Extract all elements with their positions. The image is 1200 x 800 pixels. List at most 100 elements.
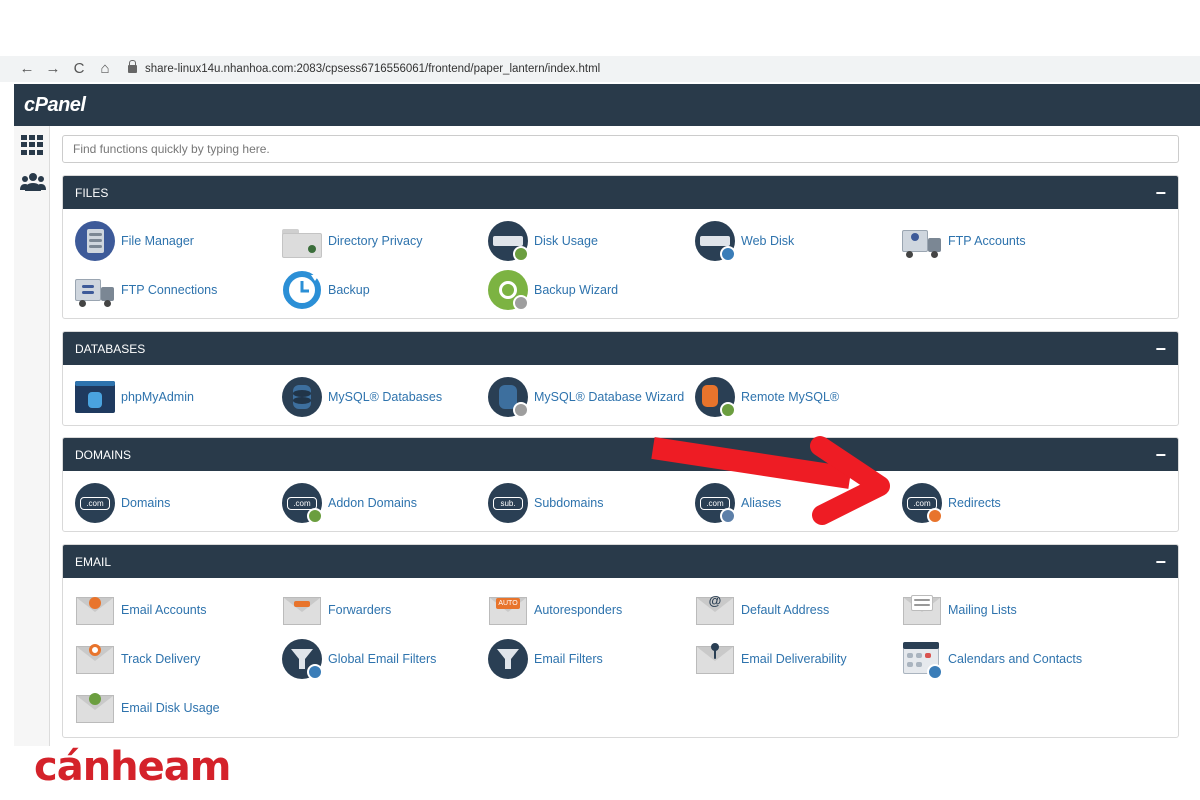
default-address-label: Default Address [741, 603, 830, 617]
alias-domain-icon: .com [694, 482, 736, 524]
forward-arrow-icon[interactable]: → [40, 56, 66, 82]
grid-icon[interactable] [20, 134, 44, 156]
file-manager-link[interactable]: File Manager [74, 219, 194, 263]
directory-privacy-label: Directory Privacy [328, 234, 423, 248]
addon-domains-label: Addon Domains [328, 496, 417, 510]
mailing-lists-label: Mailing Lists [948, 603, 1017, 617]
domains-label: Domains [121, 496, 171, 510]
autoresponders-label: Autoresponders [534, 603, 623, 617]
ftp-accounts-link[interactable]: FTP Accounts [901, 219, 1026, 263]
ftp-connections-icon [74, 269, 116, 311]
ftp-connections-label: FTP Connections [121, 283, 218, 297]
brand-logo: cánheam [34, 744, 231, 790]
reload-icon[interactable]: C [66, 56, 92, 82]
address-bar-url[interactable]: share-linux14u.nhanhoa.com:2083/cpsess67… [145, 63, 600, 75]
phpmyadmin-icon [74, 376, 116, 418]
email-panel-header[interactable]: EMAIL − [63, 545, 1178, 578]
forwarders-label: Forwarders [328, 603, 392, 617]
file-manager-label: File Manager [121, 234, 194, 248]
left-sidebar [14, 126, 50, 746]
domains-link[interactable]: .com Domains [74, 481, 170, 525]
forwarders-icon [281, 589, 323, 631]
folder-privacy-icon [281, 220, 323, 262]
web-disk-icon [694, 220, 736, 262]
email-disk-usage-link[interactable]: Email Disk Usage [74, 686, 220, 730]
phpmyadmin-link[interactable]: phpMyAdmin [74, 375, 194, 419]
email-disk-usage-label: Email Disk Usage [121, 701, 220, 715]
track-delivery-link[interactable]: Track Delivery [74, 637, 200, 681]
collapse-files-button[interactable]: − [1155, 184, 1166, 202]
phpmyadmin-label: phpMyAdmin [121, 390, 194, 404]
cpanel-logo[interactable]: cPanel [24, 94, 86, 117]
databases-panel-header[interactable]: DATABASES − [63, 332, 1178, 365]
email-deliverability-link[interactable]: Email Deliverability [694, 637, 847, 681]
calendar-icon [901, 638, 943, 680]
backup-link[interactable]: Backup [281, 268, 370, 312]
disk-usage-link[interactable]: Disk Usage [487, 219, 598, 263]
global-email-filters-label: Global Email Filters [328, 652, 437, 666]
collapse-domains-button[interactable]: − [1155, 446, 1166, 464]
redirects-link[interactable]: .com Redirects [901, 481, 1001, 525]
mysql-database-wizard-label: MySQL® Database Wizard [534, 390, 685, 404]
disk-usage-label: Disk Usage [534, 234, 598, 248]
ftp-accounts-icon [901, 220, 943, 262]
browser-toolbar: ← → C ⌂ share-linux14u.nhanhoa.com:2083/… [0, 56, 1200, 82]
calendars-and-contacts-label: Calendars and Contacts [948, 652, 1083, 666]
cpanel-header: cPanel [14, 84, 1200, 126]
ftp-accounts-label: FTP Accounts [948, 234, 1026, 248]
mailing-lists-link[interactable]: Mailing Lists [901, 588, 1017, 632]
addon-domain-icon: .com [281, 482, 323, 524]
global-email-filters-icon [281, 638, 323, 680]
aliases-label: Aliases [741, 496, 782, 510]
lock-icon [128, 60, 137, 73]
track-delivery-icon [74, 638, 116, 680]
users-icon[interactable] [20, 172, 46, 194]
default-address-link[interactable]: @ Default Address [694, 588, 829, 632]
files-panel: FILES − File Manager Directory Privacy D… [62, 175, 1179, 319]
addon-domains-link[interactable]: .com Addon Domains [281, 481, 417, 525]
email-filters-label: Email Filters [534, 652, 603, 666]
redirects-label: Redirects [948, 496, 1001, 510]
forwarders-link[interactable]: Forwarders [281, 588, 391, 632]
track-delivery-label: Track Delivery [121, 652, 201, 666]
email-panel: EMAIL − Email Accounts Forwarders AUTO A… [62, 544, 1179, 738]
collapse-email-button[interactable]: − [1155, 553, 1166, 571]
databases-panel: DATABASES − phpMyAdmin MySQL® Databases [62, 331, 1179, 426]
collapse-databases-button[interactable]: − [1155, 340, 1166, 358]
directory-privacy-link[interactable]: Directory Privacy [281, 219, 422, 263]
autoresponders-icon: AUTO [487, 589, 529, 631]
remote-mysql-label: Remote MySQL® [741, 390, 840, 404]
search-input[interactable] [62, 135, 1179, 163]
backup-wizard-link[interactable]: Backup Wizard [487, 268, 618, 312]
email-accounts-icon [74, 589, 116, 631]
domain-com-icon: .com [74, 482, 116, 524]
mailing-lists-icon [901, 589, 943, 631]
subdomains-link[interactable]: sub. Subdomains [487, 481, 604, 525]
aliases-link[interactable]: .com Aliases [694, 481, 781, 525]
subdomains-label: Subdomains [534, 496, 604, 510]
email-disk-usage-icon [74, 687, 116, 729]
remote-mysql-link[interactable]: Remote MySQL® [694, 375, 839, 419]
backup-wizard-icon [487, 269, 529, 311]
email-accounts-link[interactable]: Email Accounts [74, 588, 206, 632]
domains-panel-header[interactable]: DOMAINS − [63, 438, 1178, 471]
mysql-database-wizard-link[interactable]: MySQL® Database Wizard [487, 375, 684, 419]
ftp-connections-link[interactable]: FTP Connections [74, 268, 217, 312]
files-panel-header[interactable]: FILES − [63, 176, 1178, 209]
web-disk-link[interactable]: Web Disk [694, 219, 794, 263]
remote-mysql-icon [694, 376, 736, 418]
backup-label: Backup [328, 283, 370, 297]
databases-panel-title: DATABASES [75, 341, 146, 356]
autoresponders-link[interactable]: AUTO Autoresponders [487, 588, 622, 632]
mysql-databases-label: MySQL® Databases [328, 390, 443, 404]
global-email-filters-link[interactable]: Global Email Filters [281, 637, 436, 681]
back-arrow-icon[interactable]: ← [14, 56, 40, 82]
default-address-icon: @ [694, 589, 736, 631]
mysql-databases-link[interactable]: MySQL® Databases [281, 375, 442, 419]
mysql-wizard-icon [487, 376, 529, 418]
home-icon[interactable]: ⌂ [92, 56, 118, 82]
email-deliverability-label: Email Deliverability [741, 652, 847, 666]
calendars-and-contacts-link[interactable]: Calendars and Contacts [901, 637, 1082, 681]
email-filters-link[interactable]: Email Filters [487, 637, 603, 681]
disk-usage-icon [487, 220, 529, 262]
